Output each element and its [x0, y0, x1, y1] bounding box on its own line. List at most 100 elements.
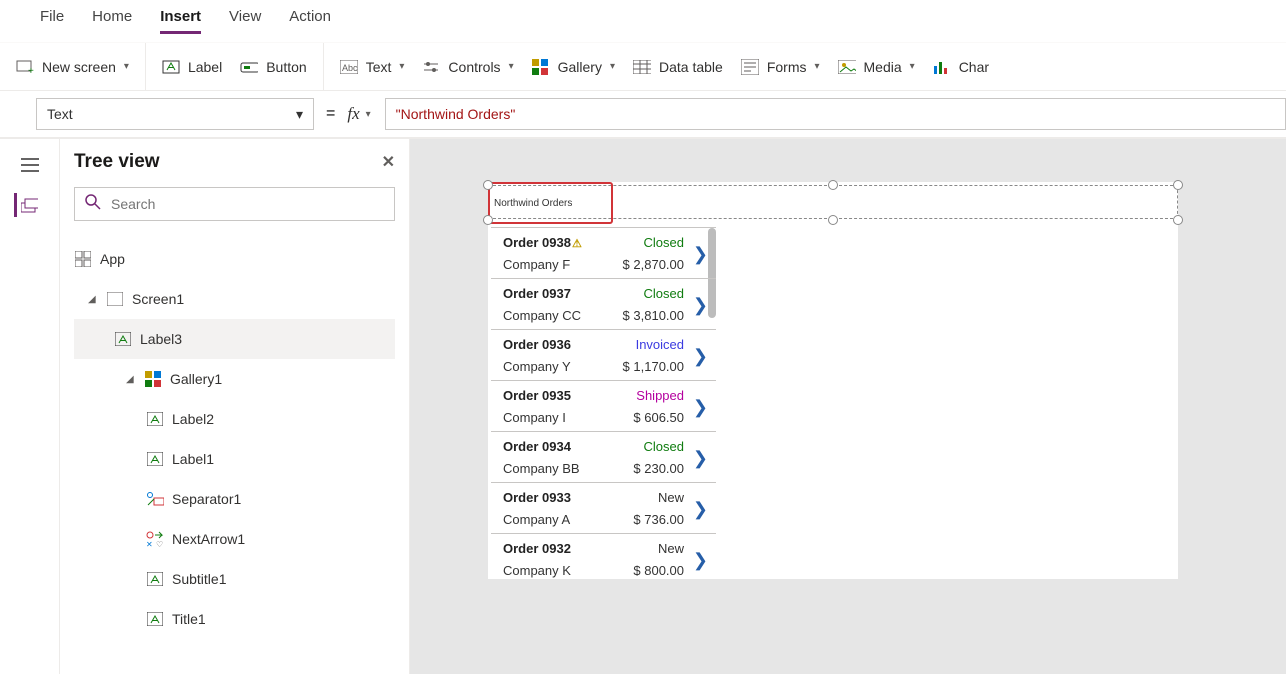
warning-icon: ⚠ — [572, 238, 582, 250]
tree-item-screen1[interactable]: ◢ Screen1 — [74, 279, 395, 319]
canvas-gallery[interactable]: Order 0938⚠Company FClosed$ 2,870.00❯Ord… — [491, 227, 716, 579]
tree-item-title1[interactable]: Title1 — [74, 599, 395, 639]
app-icon — [74, 250, 92, 268]
insert-datatable-label: Data table — [659, 59, 723, 75]
order-price: $ 800.00 — [633, 563, 684, 578]
gallery-icon — [144, 370, 162, 388]
tree-item-label3[interactable]: Label3 — [74, 319, 395, 359]
order-price: $ 3,810.00 — [623, 308, 684, 323]
insert-gallery-label: Gallery — [558, 59, 602, 75]
controls-icon — [422, 58, 440, 76]
tree-item-label1[interactable]: Label1 — [74, 439, 395, 479]
chevron-down-icon: ▾ — [399, 61, 404, 72]
label-icon — [162, 58, 180, 76]
tree-item-nextarrow1[interactable]: ✕♡ NextArrow1 — [74, 519, 395, 559]
forms-icon — [741, 58, 759, 76]
svg-text:♡: ♡ — [156, 540, 163, 547]
chevron-down-icon: ▾ — [910, 61, 915, 72]
resize-handle[interactable] — [1173, 215, 1183, 225]
insert-gallery-button[interactable]: Gallery ▾ — [532, 58, 615, 76]
order-price: $ 1,170.00 — [623, 359, 684, 374]
formula-value: "Northwind Orders" — [396, 106, 516, 122]
gallery-item[interactable]: Order 0932Company KNew$ 800.00❯ — [491, 534, 716, 579]
chevron-right-icon[interactable]: ❯ — [693, 295, 708, 316]
resize-handle[interactable] — [1173, 180, 1183, 190]
property-selector[interactable]: Text ▾ — [36, 98, 314, 130]
chevron-right-icon[interactable]: ❯ — [693, 397, 708, 418]
close-tree-button[interactable]: ✕ — [382, 152, 395, 172]
insert-label-button[interactable]: Label — [162, 58, 222, 76]
label-icon — [146, 610, 164, 628]
tree-item-gallery1[interactable]: ◢ Gallery1 — [74, 359, 395, 399]
equals-label: = — [326, 105, 335, 123]
tree-item-subtitle1[interactable]: Subtitle1 — [74, 559, 395, 599]
gallery-item[interactable]: Order 0936Company YInvoiced$ 1,170.00❯ — [491, 330, 716, 381]
chevron-right-icon[interactable]: ❯ — [693, 448, 708, 469]
canvas[interactable]: Northwind Orders Order 0938⚠Company FClo… — [410, 139, 1286, 674]
insert-button-button[interactable]: Button — [240, 58, 306, 76]
insert-button-text: Button — [266, 59, 306, 75]
collapse-icon[interactable]: ◢ — [126, 374, 136, 385]
gallery-item[interactable]: Order 0934Company BBClosed$ 230.00❯ — [491, 432, 716, 483]
insert-charts-button[interactable]: Char — [933, 58, 989, 76]
canvas-label3[interactable]: Northwind Orders — [494, 198, 572, 209]
tree-item-separator1-label: Separator1 — [172, 491, 241, 507]
hamburger-button[interactable] — [18, 153, 42, 177]
separator-icon — [146, 490, 164, 508]
order-price: $ 2,870.00 — [623, 257, 684, 272]
gallery-icon — [532, 58, 550, 76]
insert-media-label: Media — [864, 59, 902, 75]
order-company: Company Y — [503, 359, 571, 374]
tree-item-app[interactable]: App — [74, 239, 395, 279]
menu-view[interactable]: View — [229, 8, 261, 34]
insert-text-button[interactable]: Abc Text ▾ — [340, 58, 405, 76]
resize-handle[interactable] — [828, 180, 838, 190]
resize-handle[interactable] — [483, 215, 493, 225]
tree-search[interactable] — [74, 187, 395, 221]
tree-item-screen1-label: Screen1 — [132, 291, 184, 307]
menu-insert[interactable]: Insert — [160, 8, 201, 34]
media-icon — [838, 58, 856, 76]
tree-item-gallery1-label: Gallery1 — [170, 371, 222, 387]
tree-item-label2[interactable]: Label2 — [74, 399, 395, 439]
chevron-down-icon: ▾ — [509, 61, 514, 72]
resize-handle[interactable] — [828, 215, 838, 225]
formula-input[interactable]: "Northwind Orders" — [385, 98, 1286, 130]
order-status: New — [658, 490, 684, 505]
screen-preview: Northwind Orders Order 0938⚠Company FClo… — [488, 182, 1178, 579]
tree-search-input[interactable] — [111, 196, 384, 212]
search-icon — [85, 194, 101, 215]
order-company: Company A — [503, 512, 570, 527]
tree-view-rail-button[interactable] — [14, 193, 38, 217]
insert-controls-button[interactable]: Controls ▾ — [422, 58, 513, 76]
fx-button[interactable]: fx ▾ — [347, 104, 370, 124]
tree-view-title: Tree view — [74, 151, 160, 173]
chevron-right-icon[interactable]: ❯ — [693, 244, 708, 265]
insert-forms-button[interactable]: Forms ▾ — [741, 58, 820, 76]
menu-action[interactable]: Action — [289, 8, 331, 34]
gallery-item[interactable]: Order 0935Company IShipped$ 606.50❯ — [491, 381, 716, 432]
insert-media-button[interactable]: Media ▾ — [838, 58, 915, 76]
svg-text:✕: ✕ — [146, 540, 153, 547]
menu-home[interactable]: Home — [92, 8, 132, 34]
gallery-item[interactable]: Order 0933Company ANew$ 736.00❯ — [491, 483, 716, 534]
order-status: Shipped — [636, 388, 684, 403]
resize-handle[interactable] — [483, 180, 493, 190]
menu-file[interactable]: File — [40, 8, 64, 34]
tree-item-separator1[interactable]: Separator1 — [74, 479, 395, 519]
collapse-icon[interactable]: ◢ — [88, 294, 98, 305]
order-company: Company F — [503, 257, 570, 272]
gallery-item[interactable]: Order 0937Company CCClosed$ 3,810.00❯ — [491, 279, 716, 330]
gallery-item[interactable]: Order 0938⚠Company FClosed$ 2,870.00❯ — [491, 228, 716, 279]
chevron-right-icon[interactable]: ❯ — [693, 550, 708, 571]
label-icon — [146, 450, 164, 468]
tree-item-nextarrow1-label: NextArrow1 — [172, 531, 245, 547]
chevron-right-icon[interactable]: ❯ — [693, 346, 708, 367]
new-screen-label: New screen — [42, 59, 116, 75]
new-screen-button[interactable]: + New screen ▾ — [16, 58, 129, 76]
insert-datatable-button[interactable]: Data table — [633, 58, 723, 76]
order-company: Company K — [503, 563, 571, 578]
svg-text:Abc: Abc — [342, 63, 358, 73]
fx-icon: fx — [347, 104, 359, 124]
chevron-right-icon[interactable]: ❯ — [693, 499, 708, 520]
